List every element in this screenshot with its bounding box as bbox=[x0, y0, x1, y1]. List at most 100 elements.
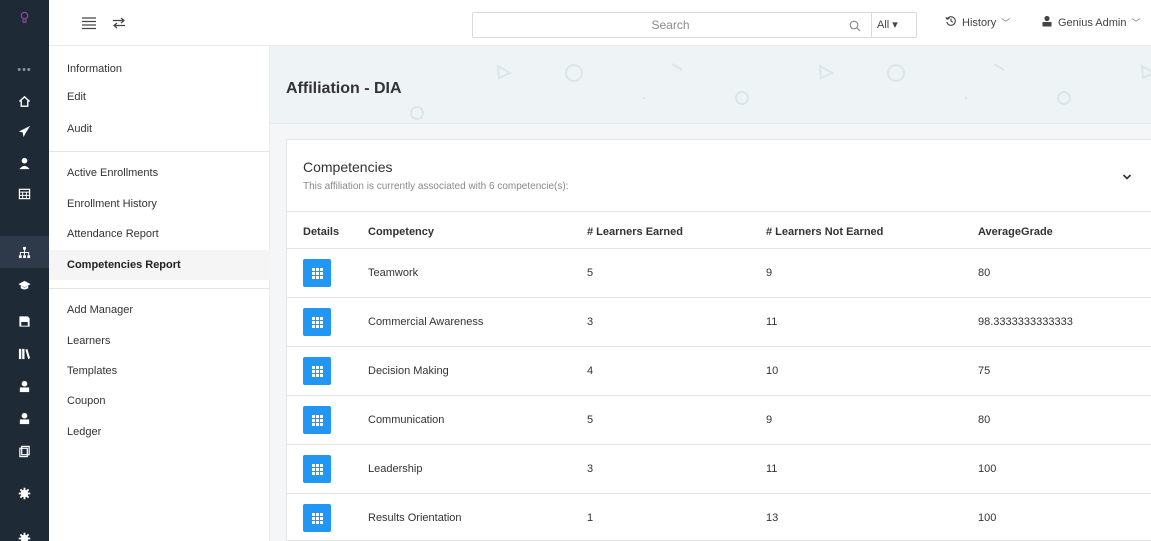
calendar-icon[interactable] bbox=[0, 178, 49, 208]
average-grade: 80 bbox=[978, 414, 991, 426]
search-icon[interactable] bbox=[849, 19, 861, 32]
average-grade: 80 bbox=[978, 267, 991, 279]
sidebar-item-templates[interactable]: Templates bbox=[49, 356, 270, 386]
card-divider bbox=[287, 211, 1151, 212]
sidebar-item-competencies-report[interactable]: Competencies Report bbox=[49, 250, 270, 280]
more-icon[interactable]: ••• bbox=[0, 55, 49, 85]
learners-not-earned: 10 bbox=[766, 365, 779, 377]
gear-icon[interactable] bbox=[0, 523, 49, 541]
learners-earned: 4 bbox=[587, 365, 594, 377]
competency-name: Leadership bbox=[368, 463, 423, 475]
page-title: Affiliation - DIA bbox=[286, 80, 402, 97]
column-header-learners-earned: # Learners Earned bbox=[587, 226, 683, 238]
paper-plane-icon[interactable] bbox=[0, 116, 49, 146]
learners-earned: 1 bbox=[587, 512, 594, 524]
sidebar-item-ledger[interactable]: Ledger bbox=[49, 417, 270, 447]
competencies-card: Competencies This affiliation is current… bbox=[286, 139, 1151, 541]
details-button[interactable] bbox=[303, 406, 331, 434]
graduation-cap-icon[interactable] bbox=[0, 270, 49, 300]
chevron-down-icon: ﹀ bbox=[1131, 18, 1141, 28]
logo-icon[interactable] bbox=[0, 2, 49, 32]
table-row: Communication 5 9 80 bbox=[287, 395, 1151, 444]
sidebar-divider bbox=[49, 151, 270, 152]
learners-earned: 5 bbox=[587, 267, 594, 279]
grid-icon bbox=[311, 414, 323, 426]
learners-earned: 5 bbox=[587, 414, 594, 426]
learners-earned: 3 bbox=[587, 316, 594, 328]
average-grade: 75 bbox=[978, 365, 991, 377]
learners-earned: 3 bbox=[587, 463, 594, 475]
average-grade: 100 bbox=[978, 463, 997, 475]
save-icon[interactable] bbox=[0, 306, 49, 336]
column-header-competency: Competency bbox=[368, 226, 435, 238]
sitemap-icon[interactable] bbox=[0, 236, 49, 268]
table-row: Decision Making 4 10 75 bbox=[287, 346, 1151, 395]
copy-icon[interactable] bbox=[0, 436, 49, 466]
gear-icon[interactable] bbox=[0, 478, 49, 508]
grid-icon bbox=[311, 316, 323, 328]
sidebar-item-learners[interactable]: Learners bbox=[49, 326, 270, 356]
card-title: Competencies bbox=[303, 159, 393, 175]
competency-name: Results Orientation bbox=[368, 512, 462, 524]
sidebar-item-coupon[interactable]: Coupon bbox=[49, 386, 270, 416]
sidebar-item-information[interactable]: Information bbox=[49, 54, 270, 84]
sidebar-item-active-enrollments[interactable]: Active Enrollments bbox=[49, 158, 270, 188]
table-row: Results Orientation 1 13 100 bbox=[287, 493, 1151, 541]
search-input[interactable] bbox=[473, 13, 868, 37]
sidebar-item-audit[interactable]: Audit bbox=[49, 114, 270, 144]
user-name: Genius Admin bbox=[1058, 16, 1127, 29]
user-menu[interactable]: Genius Admin ﹀ bbox=[1041, 15, 1141, 30]
sidebar-item-attendance-report[interactable]: Attendance Report bbox=[49, 219, 270, 249]
column-header-learners-not-earned: # Learners Not Earned bbox=[766, 226, 884, 238]
table-row: Teamwork 5 9 80 bbox=[287, 248, 1151, 297]
user-icon[interactable] bbox=[0, 403, 49, 433]
library-icon[interactable] bbox=[0, 338, 49, 368]
app-window: ••• Search All ▾ History ﹀ Genius Admin … bbox=[0, 0, 1151, 541]
secondary-sidebar: Information Edit Audit Active Enrollment… bbox=[49, 46, 270, 541]
table-row: Leadership 3 11 100 bbox=[287, 444, 1151, 493]
card-subtitle: This affiliation is currently associated… bbox=[303, 181, 569, 192]
home-icon[interactable] bbox=[0, 86, 49, 116]
top-bar: All ▾ History ﹀ Genius Admin ﹀ bbox=[49, 0, 1151, 46]
competency-name: Teamwork bbox=[368, 267, 419, 279]
sidebar-divider bbox=[49, 288, 270, 289]
details-button[interactable] bbox=[303, 259, 331, 287]
average-grade: 100 bbox=[978, 512, 997, 524]
search-box: All ▾ bbox=[472, 12, 917, 38]
search-divider bbox=[871, 13, 872, 37]
learners-not-earned: 9 bbox=[766, 414, 773, 426]
column-header-average-grade: AverageGrade bbox=[978, 226, 1053, 238]
search-scope-dropdown[interactable]: All ▾ bbox=[877, 18, 898, 31]
details-button[interactable] bbox=[303, 357, 331, 385]
user-tie-icon[interactable] bbox=[0, 148, 49, 178]
learners-not-earned: 11 bbox=[766, 316, 778, 328]
competency-name: Commercial Awareness bbox=[368, 316, 484, 328]
user-icon[interactable] bbox=[0, 371, 49, 401]
sidebar-item-add-manager[interactable]: Add Manager bbox=[49, 295, 270, 325]
average-grade: 98.3333333333333 bbox=[978, 316, 1073, 328]
learners-not-earned: 11 bbox=[766, 463, 778, 475]
table-row: Commercial Awareness 3 11 98.33333333333… bbox=[287, 297, 1151, 346]
icon-rail: ••• bbox=[0, 0, 49, 541]
grid-icon bbox=[311, 463, 323, 475]
chevron-down-icon[interactable] bbox=[1121, 170, 1133, 182]
header-pattern bbox=[410, 63, 1151, 120]
hamburger-menu-icon[interactable] bbox=[81, 16, 97, 30]
main-content: Affiliation - DIA Competencies This affi… bbox=[270, 46, 1151, 541]
competency-name: Communication bbox=[368, 414, 445, 426]
grid-icon bbox=[311, 512, 323, 524]
sidebar-item-edit[interactable]: Edit bbox=[49, 82, 270, 112]
grid-icon bbox=[311, 365, 323, 377]
grid-icon bbox=[311, 267, 323, 279]
user-icon bbox=[1041, 15, 1053, 30]
details-button[interactable] bbox=[303, 504, 331, 532]
history-menu[interactable]: History ﹀ bbox=[945, 15, 1010, 30]
page-header: Affiliation - DIA bbox=[270, 46, 1151, 124]
details-button[interactable] bbox=[303, 455, 331, 483]
chevron-down-icon: ﹀ bbox=[1001, 18, 1011, 28]
learners-not-earned: 13 bbox=[766, 512, 779, 524]
sidebar-item-enrollment-history[interactable]: Enrollment History bbox=[49, 189, 270, 219]
column-header-details: Details bbox=[303, 226, 340, 238]
swap-arrows-icon[interactable] bbox=[111, 16, 127, 30]
details-button[interactable] bbox=[303, 308, 331, 336]
